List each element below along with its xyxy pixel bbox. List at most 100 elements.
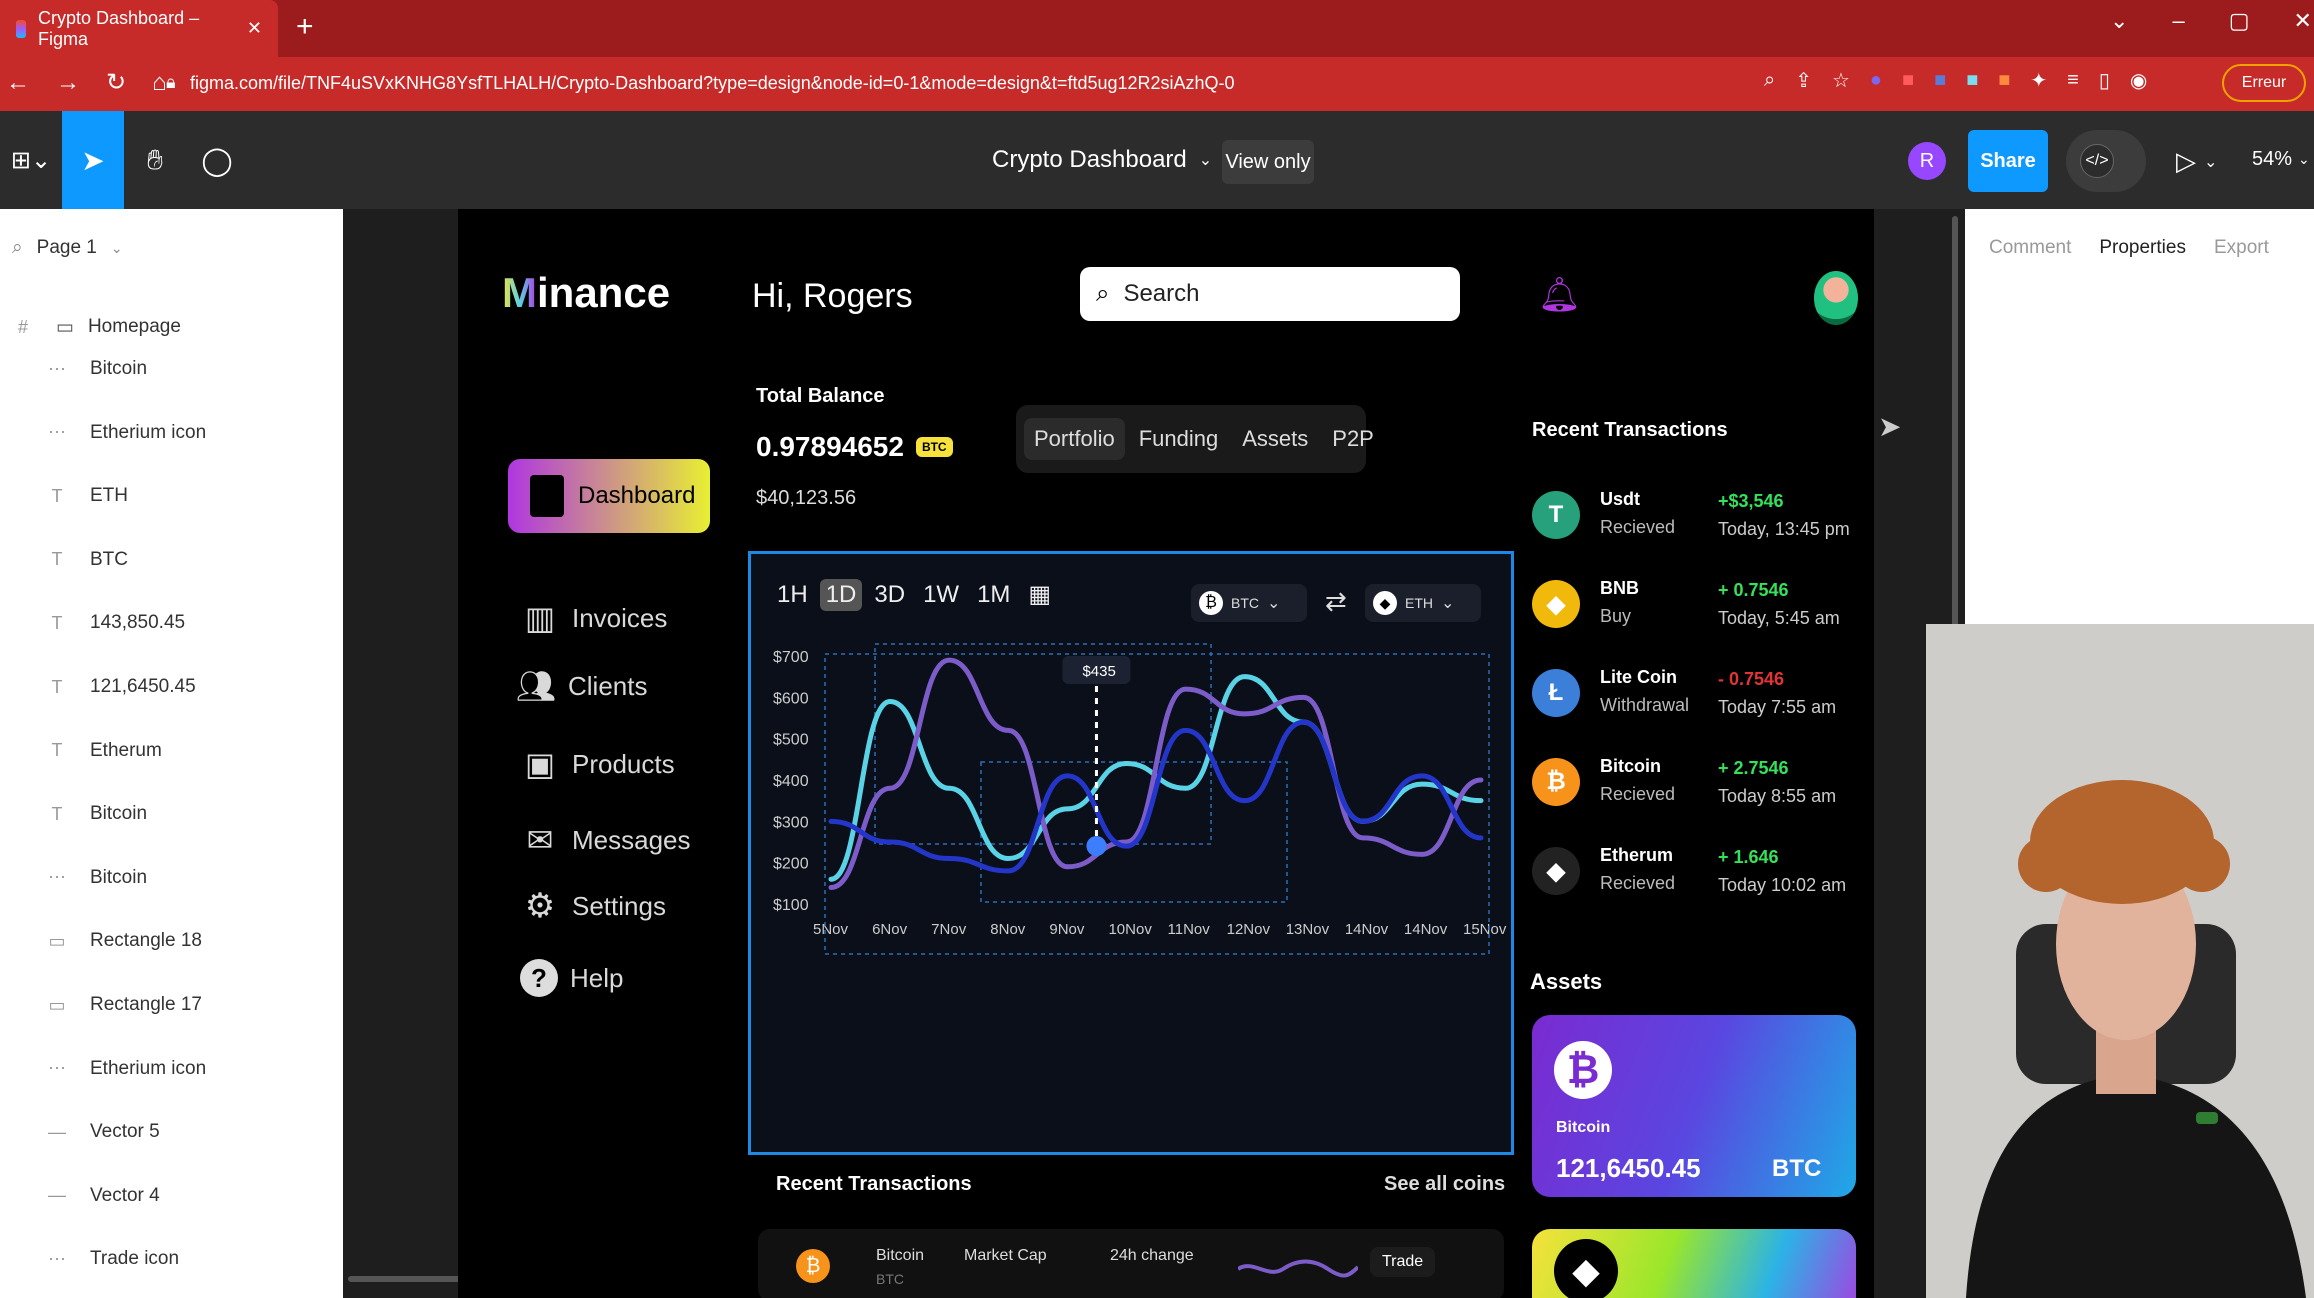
- transaction-row[interactable]: ◆ BNB Buy + 0.7546 Today, 5:45 am: [1532, 570, 1862, 650]
- page-selector[interactable]: ⌕ Page 1 ⌄: [12, 237, 123, 259]
- browser-tab[interactable]: Crypto Dashboard – Figma ✕: [0, 0, 278, 57]
- extension-icon[interactable]: ●: [1870, 69, 1882, 92]
- extension-icon[interactable]: ■: [1902, 69, 1914, 92]
- sidepanel-icon[interactable]: ▯: [2099, 68, 2110, 93]
- tab-assets[interactable]: Assets: [1232, 418, 1318, 460]
- extension-icon[interactable]: ■: [1966, 69, 1978, 92]
- transaction-row[interactable]: T Usdt Recieved +$3,546 Today, 13:45 pm: [1532, 481, 1862, 561]
- layer-item[interactable]: ▭ Rectangle 17: [0, 985, 343, 1025]
- transaction-row[interactable]: ◆ Etherum Recieved + 1.646 Today 10:02 am: [1532, 837, 1862, 917]
- tab-p2p[interactable]: P2P: [1322, 418, 1384, 460]
- coin-icon: Ł: [1532, 669, 1580, 717]
- nav-settings[interactable]: ⚙ Settings: [520, 881, 666, 931]
- nav-dashboard[interactable]: Dashboard: [508, 459, 710, 533]
- new-tab-button[interactable]: +: [296, 10, 314, 44]
- layer-item[interactable]: T ETH: [0, 476, 343, 516]
- tf-1m[interactable]: 1M: [971, 579, 1016, 611]
- layer-name: Etherum: [90, 739, 162, 761]
- layer-item[interactable]: ⋯ Etherium icon: [0, 413, 343, 453]
- comment-tool-icon[interactable]: ◯: [186, 111, 248, 209]
- bookmark-icon[interactable]: ☆: [1832, 68, 1850, 93]
- layer-item[interactable]: ⋯ Bitcoin: [0, 349, 343, 389]
- figma-menu-icon[interactable]: ⊞⌄: [0, 111, 62, 209]
- zoom-icon[interactable]: ⌕: [1764, 69, 1775, 92]
- hand-tool-icon[interactable]: ✋︎: [124, 111, 186, 209]
- pair-to-select[interactable]: ◆ ETH ⌄: [1365, 584, 1481, 622]
- extension-icon[interactable]: ■: [1998, 69, 2010, 92]
- tab-comment[interactable]: Comment: [1989, 237, 2071, 259]
- url-field[interactable]: figma.com/file/TNF4uSVxKNHG8YsfTLHALH/Cr…: [190, 73, 1235, 94]
- layer-frame-homepage[interactable]: # ▭ Homepage: [0, 307, 343, 347]
- bell-icon[interactable]: 🔔︎: [1538, 275, 1581, 315]
- share-page-icon[interactable]: ⇪: [1795, 68, 1812, 93]
- nav-products[interactable]: ▣ Products: [520, 739, 675, 789]
- pair-from-select[interactable]: ₿ BTC ⌄: [1191, 584, 1307, 622]
- file-name-dropdown[interactable]: Crypto Dashboard ⌄: [992, 146, 1212, 174]
- layer-item[interactable]: — Vector 5: [0, 1112, 343, 1152]
- tf-1w[interactable]: 1W: [917, 579, 965, 611]
- dev-mode-toggle[interactable]: </>: [2066, 130, 2146, 192]
- layer-item[interactable]: ▭ Rectangle 18: [0, 921, 343, 961]
- reading-list-icon[interactable]: ≡: [2067, 69, 2079, 92]
- tx-time: Today, 13:45 pm: [1718, 519, 1850, 539]
- dashboard-frame[interactable]: Minance Hi, Rogers ⌕ Search 🔔︎ Total Bal…: [458, 209, 1874, 1298]
- coin-icon: T: [1532, 491, 1580, 539]
- present-button[interactable]: ▷ ⌄: [2176, 146, 2217, 177]
- layer-name: Bitcoin: [90, 358, 148, 379]
- trade-button[interactable]: Trade: [1370, 1247, 1436, 1277]
- layer-item[interactable]: T Etherum: [0, 731, 343, 771]
- tab-export[interactable]: Export: [2214, 237, 2269, 259]
- transaction-row[interactable]: Ł Lite Coin Withdrawal - 0.7546 Today 7:55 a…: [1532, 659, 1862, 739]
- layer-item[interactable]: T BTC: [0, 540, 343, 580]
- tf-3d[interactable]: 3D: [868, 579, 911, 611]
- tf-1d[interactable]: 1D: [819, 578, 863, 611]
- layer-item[interactable]: T 121,6450.45: [0, 667, 343, 707]
- nav-invoices[interactable]: ▥ Invoices: [520, 593, 668, 643]
- tab-portfolio[interactable]: Portfolio: [1024, 418, 1125, 460]
- search-input[interactable]: ⌕ Search: [1080, 267, 1460, 321]
- extension-icon[interactable]: ■: [1934, 69, 1946, 92]
- avatar[interactable]: R: [1908, 142, 1946, 180]
- puzzle-icon[interactable]: ✦: [2030, 68, 2047, 93]
- view-only-badge[interactable]: View only: [1222, 140, 1314, 184]
- minimize-icon[interactable]: –: [2172, 8, 2184, 34]
- user-avatar[interactable]: [1814, 271, 1858, 325]
- zoom-dropdown[interactable]: 54% ⌄: [2252, 148, 2310, 171]
- tab-search-icon[interactable]: ⌄: [2110, 8, 2128, 34]
- transaction-row[interactable]: ₿ Bitcoin Recieved + 2.7546 Today 8:55 am: [1532, 748, 1862, 828]
- tab-funding[interactable]: Funding: [1129, 418, 1229, 460]
- canvas-scrollbar[interactable]: [1952, 216, 1958, 636]
- calendar-icon[interactable]: ▦: [1022, 578, 1057, 611]
- close-tab-icon[interactable]: ✕: [247, 18, 262, 39]
- forward-icon[interactable]: →: [56, 69, 80, 97]
- move-tool-icon[interactable]: ➤: [62, 111, 124, 209]
- back-icon[interactable]: ←: [6, 69, 30, 97]
- nav-clients[interactable]: 👥︎ Clients: [516, 661, 648, 711]
- price-chart[interactable]: $700 $600 $500 $400 $300 $200 $1005Nov 6Nov 7Nov…: [751, 634, 1511, 1152]
- layer-item[interactable]: ⋯ Bitcoin: [0, 858, 343, 898]
- home-icon[interactable]: ⌂: [152, 69, 167, 97]
- reload-icon[interactable]: ↻: [106, 68, 126, 97]
- maximize-icon[interactable]: ▢: [2229, 8, 2250, 34]
- tooltip-dot[interactable]: [1086, 836, 1107, 856]
- search-icon[interactable]: ⌕: [12, 237, 23, 259]
- tab-properties[interactable]: Properties: [2099, 237, 2186, 259]
- chart-panel[interactable]: 1H 1D 3D 1W 1M ▦ ₿ BTC ⌄ ⇄ ◆ ETH ⌄ $700 $…: [748, 551, 1514, 1155]
- swap-icon[interactable]: ⇄: [1325, 586, 1347, 617]
- profile-avatar-icon[interactable]: ◉: [2130, 68, 2147, 93]
- see-all-coins-link[interactable]: See all coins: [1384, 1173, 1505, 1196]
- error-badge[interactable]: Erreur: [2222, 64, 2306, 102]
- layer-item[interactable]: ⋯ Trade icon: [0, 1239, 343, 1279]
- layer-item[interactable]: ⋯ Etherium icon: [0, 1049, 343, 1089]
- tf-1h[interactable]: 1H: [771, 579, 814, 611]
- share-button[interactable]: Share: [1968, 130, 2048, 192]
- asset-card-bitcoin[interactable]: ₿ Bitcoin 121,6450.45 BTC: [1532, 1015, 1856, 1197]
- nav-messages[interactable]: ✉ Messages: [520, 815, 691, 865]
- layer-item[interactable]: — Vector 4: [0, 1176, 343, 1216]
- layer-item[interactable]: T 143,850.45: [0, 603, 343, 643]
- coin-row[interactable]: ₿ Bitcoin BTC Market Cap 24h change Trad…: [758, 1229, 1504, 1298]
- nav-help[interactable]: ? Help: [520, 953, 623, 1003]
- layer-item[interactable]: T Bitcoin: [0, 794, 343, 834]
- asset-card-ethereum[interactable]: ◆: [1532, 1229, 1856, 1298]
- close-window-icon[interactable]: ✕: [2293, 8, 2311, 34]
